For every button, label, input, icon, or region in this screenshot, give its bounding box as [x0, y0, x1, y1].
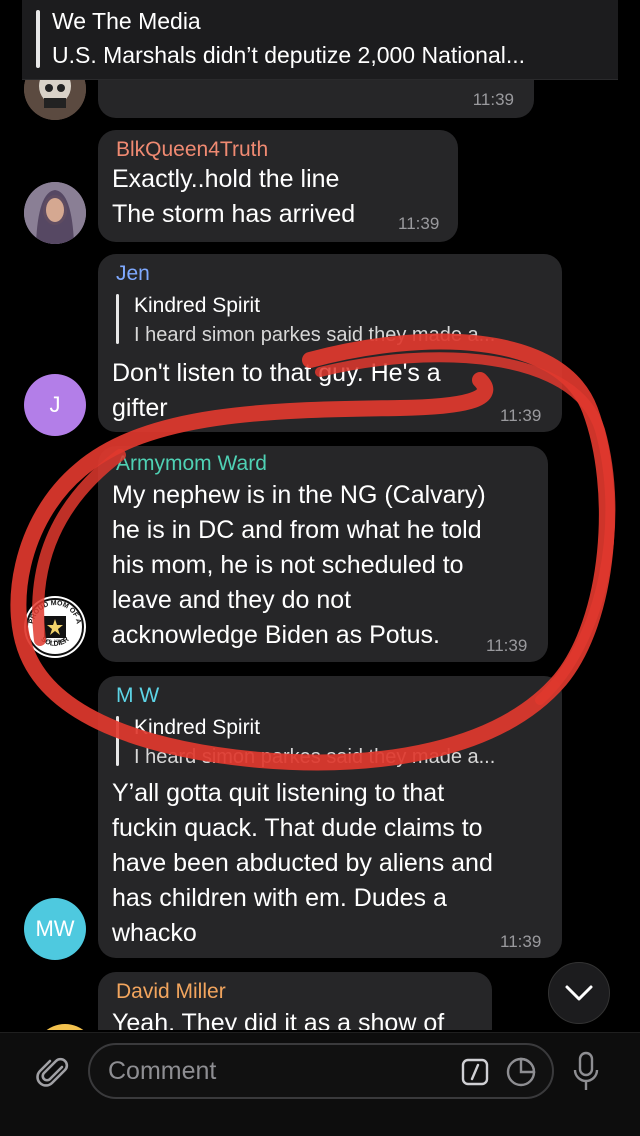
message-input-bar [0, 1032, 640, 1136]
avatar-j[interactable]: J [24, 374, 86, 436]
pinned-title: We The Media [52, 8, 201, 34]
message-line: has children with em. Dudes a [112, 884, 447, 912]
message-line: his mom, he is not scheduled to [112, 551, 464, 579]
reply-sender: Kindred Spirit [134, 294, 261, 317]
comment-field[interactable] [88, 1043, 554, 1099]
badge-center-text: U.S. ARMY [45, 638, 66, 643]
message-line: Exactly..hold the line [112, 165, 340, 193]
message-line: gifter [112, 394, 168, 422]
message-line: My nephew is in the NG (Calvary) [112, 481, 486, 509]
sticker-icon [506, 1057, 536, 1087]
message-time: 11:39 [500, 932, 542, 951]
sender-name[interactable]: David Miller [116, 980, 226, 1004]
chat-message-list[interactable]: 11:39 BlkQueen4Truth Exactly..hold the l… [0, 80, 640, 1030]
message-line: have been abducted by aliens and [112, 849, 493, 877]
message-bubble[interactable]: M W Kindred Spirit I heard simon parkes … [98, 676, 562, 958]
bot-command-button[interactable] [460, 1057, 490, 1087]
reply-bar [116, 716, 119, 766]
message-time: 11:39 [500, 406, 542, 425]
pinned-text: U.S. Marshals didn’t deputize 2,000 Nati… [52, 42, 526, 68]
scroll-down-button[interactable] [548, 962, 610, 1024]
message-line: Y’all gotta quit listening to that [112, 779, 445, 807]
message-bubble[interactable]: David Miller Yeah. They did it as a show… [98, 972, 492, 1030]
attach-button[interactable] [34, 1053, 74, 1093]
message-line: The storm has arrived [112, 200, 356, 228]
reply-text: I heard simon parkes said they made a... [134, 746, 496, 768]
reply-quote[interactable]: Kindred Spirit I heard simon parkes said… [116, 716, 536, 770]
message-line: leave and they do not [112, 586, 352, 614]
message-line: fuckin quack. That dude claims to [112, 814, 483, 842]
pinned-message-bar[interactable]: We The Media U.S. Marshals didn’t deputi… [22, 0, 618, 80]
user-photo-avatar[interactable] [24, 182, 86, 244]
message-time: 11:39 [398, 214, 440, 233]
message-line: whacko [112, 919, 197, 947]
paperclip-icon [36, 1057, 69, 1087]
comment-input[interactable] [108, 1053, 448, 1089]
message-time: 11:39 [486, 636, 528, 655]
pinned-indicator [36, 10, 40, 68]
reply-quote[interactable]: Kindred Spirit I heard simon parkes said… [116, 294, 536, 348]
reply-bar [116, 294, 119, 344]
message-bubble[interactable]: BlkQueen4Truth Exactly..hold the line Th… [98, 130, 458, 242]
chevron-down-icon [565, 985, 593, 1001]
sticker-button[interactable] [504, 1055, 538, 1089]
avatar-letter: MW [35, 916, 75, 941]
message-time: 11:39 [472, 90, 514, 109]
skull-mask-avatar[interactable] [24, 80, 86, 120]
avatar-david-miller[interactable] [34, 1024, 96, 1030]
reply-text: I heard simon parkes said they made a... [134, 324, 496, 346]
reply-sender: Kindred Spirit [134, 716, 261, 739]
sender-name[interactable]: M W [116, 684, 159, 708]
sender-name[interactable]: Jen [116, 262, 150, 286]
avatar-letter: J [49, 392, 61, 417]
avatar-mw[interactable]: MW [24, 898, 86, 960]
sender-name[interactable]: BlkQueen4Truth [116, 138, 268, 162]
message-bubble[interactable]: Armymom Ward My nephew is in the NG (Cal… [98, 446, 548, 662]
message-line: Don't listen to that guy. He's a [112, 359, 441, 387]
message-bubble[interactable]: Jen Kindred Spirit I heard simon parkes … [98, 254, 562, 432]
voice-record-button[interactable] [568, 1049, 604, 1095]
message-line: he is in DC and from what he told [112, 516, 482, 544]
sender-name[interactable]: Armymom Ward [116, 452, 267, 476]
message-bubble[interactable]: 11:39 [98, 80, 534, 118]
message-line: Yeah. They did it as a show of [112, 1009, 445, 1030]
microphone-icon [573, 1051, 599, 1090]
message-line: acknowledge Biden as Potus. [112, 621, 440, 649]
army-mom-badge-avatar[interactable]: PROUD MOM OF A SOLDIER U.S. ARMY [24, 596, 86, 658]
slash-command-icon [461, 1058, 489, 1086]
